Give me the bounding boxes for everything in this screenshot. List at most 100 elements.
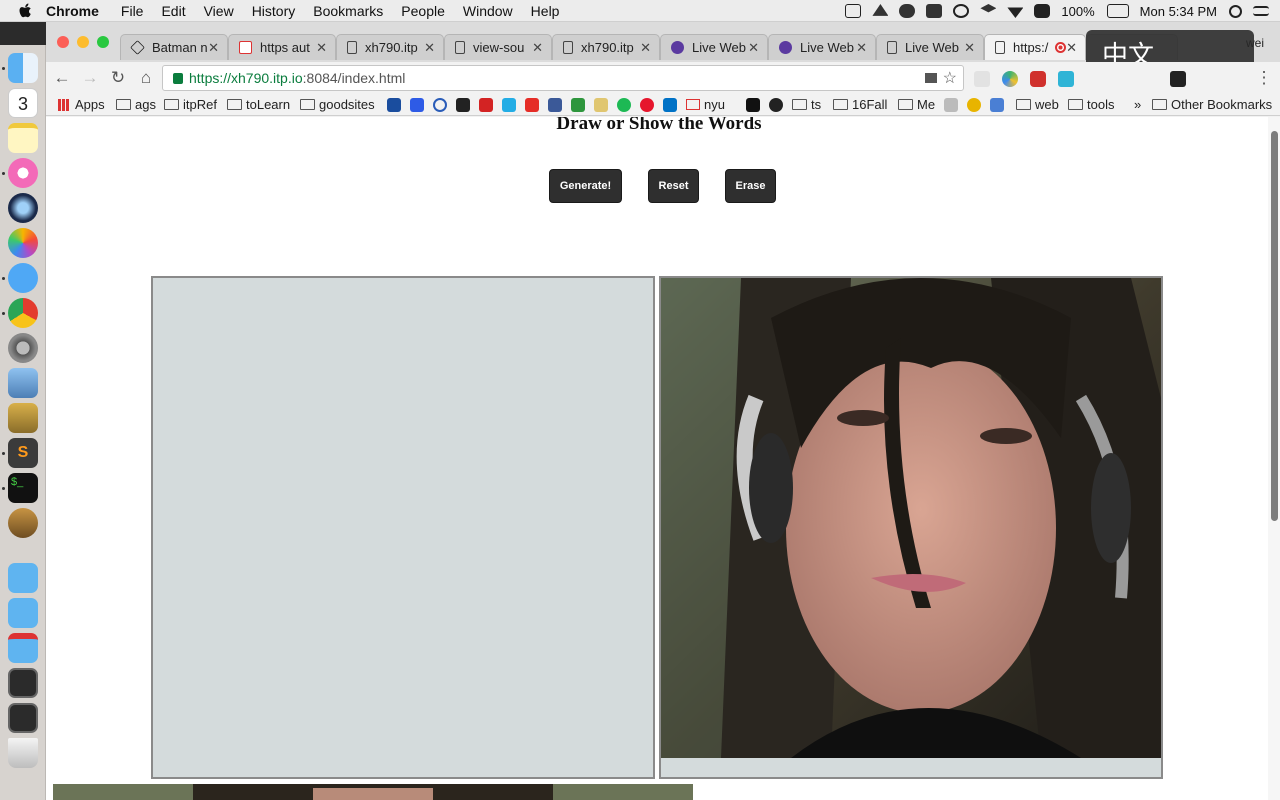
android-file-icon[interactable] <box>8 508 38 538</box>
close-tab-icon[interactable]: ✕ <box>532 40 543 56</box>
tab[interactable]: https aut ✕ <box>228 34 336 60</box>
close-tab-icon[interactable]: ✕ <box>316 40 327 56</box>
drive-icon[interactable] <box>872 4 889 16</box>
itunes-icon[interactable] <box>8 158 38 188</box>
baidu-icon[interactable] <box>410 98 424 112</box>
close-tab-icon[interactable]: ✕ <box>964 40 975 56</box>
bookmarks-overflow-button[interactable]: » <box>1134 97 1141 112</box>
bookmark-apps[interactable]: Apps <box>58 97 105 112</box>
bookmark-folder-goodsites[interactable]: goodsites <box>300 97 375 112</box>
battery-icon[interactable] <box>1106 4 1129 18</box>
camera-icon[interactable] <box>925 73 937 83</box>
bookmark-folder-tolearn[interactable]: toLearn <box>227 97 290 112</box>
trash-icon[interactable] <box>8 738 38 768</box>
chrome-menu-icon[interactable]: ⋮ <box>1254 68 1274 88</box>
erase-button[interactable]: Erase <box>725 169 776 203</box>
close-tab-icon[interactable]: ✕ <box>1066 40 1077 56</box>
document-icon[interactable] <box>8 703 38 733</box>
menu-file[interactable]: File <box>121 3 144 19</box>
apple-menu-icon[interactable] <box>18 3 34 19</box>
preview-icon[interactable] <box>8 368 38 398</box>
menu-edit[interactable]: Edit <box>161 3 185 19</box>
citi-icon[interactable] <box>387 98 401 112</box>
reload-button[interactable]: ↻ <box>108 68 128 88</box>
menu-help[interactable]: Help <box>531 3 560 19</box>
bookmark-site-icon[interactable] <box>990 98 1004 112</box>
tab-active[interactable]: https:/ ✕ <box>984 34 1086 60</box>
menubar-clock[interactable]: Mon 5:34 PM <box>1140 4 1217 19</box>
bookmark-site-icon[interactable] <box>967 98 981 112</box>
reset-button[interactable]: Reset <box>648 169 699 203</box>
bookmark-folder-itpref[interactable]: itpRef <box>164 97 217 112</box>
folder-icon[interactable] <box>8 633 38 663</box>
tab[interactable]: xh790.itp ✕ <box>336 34 444 60</box>
extension-icon[interactable] <box>1002 71 1018 87</box>
close-tab-icon[interactable]: ✕ <box>856 40 867 56</box>
page-scrollbar[interactable] <box>1268 117 1280 800</box>
bilibili-icon[interactable] <box>502 98 516 112</box>
transmit-icon[interactable] <box>8 403 38 433</box>
cloud-icon[interactable] <box>899 4 916 18</box>
notification-center-icon[interactable] <box>1253 6 1269 16</box>
extension-icon[interactable] <box>1058 71 1074 87</box>
facebook-icon[interactable] <box>548 98 562 112</box>
youtube-icon[interactable] <box>525 98 539 112</box>
github-icon[interactable] <box>769 98 783 112</box>
sublime-text-icon[interactable]: S <box>8 438 38 468</box>
amazon-icon[interactable] <box>456 98 470 112</box>
menu-view[interactable]: View <box>204 3 234 19</box>
tab[interactable]: xh790.itp ✕ <box>552 34 660 60</box>
close-tab-icon[interactable]: ✕ <box>748 40 759 56</box>
screen-icon[interactable] <box>845 4 862 18</box>
cinema4d-icon[interactable] <box>8 193 38 223</box>
bookmark-folder-web[interactable]: web <box>1016 97 1059 112</box>
notes-icon[interactable] <box>8 123 38 153</box>
finder-icon[interactable] <box>8 53 38 83</box>
yelp-icon[interactable] <box>479 98 493 112</box>
link-icon[interactable] <box>433 98 447 112</box>
tab[interactable]: Live Web ✕ <box>876 34 984 60</box>
douban-icon[interactable] <box>571 98 585 112</box>
chrome-icon[interactable] <box>8 298 38 328</box>
weibo-icon[interactable] <box>640 98 654 112</box>
menu-history[interactable]: History <box>252 3 296 19</box>
photos-icon[interactable] <box>8 228 38 258</box>
chat-icon[interactable] <box>926 4 943 18</box>
system-preferences-icon[interactable] <box>8 333 38 363</box>
close-tab-icon[interactable]: ✕ <box>208 40 219 56</box>
extension-icon[interactable] <box>1170 71 1186 87</box>
bookmark-site-icon[interactable] <box>944 98 958 112</box>
wolfram-icon[interactable] <box>746 98 760 112</box>
bookmark-folder-me[interactable]: Me <box>898 97 935 112</box>
terminal-icon[interactable]: $_ <box>8 473 38 503</box>
tab[interactable]: Live Web ✕ <box>768 34 876 60</box>
folder-icon[interactable] <box>8 598 38 628</box>
maximize-window-button[interactable] <box>97 36 109 48</box>
spotify-icon[interactable] <box>617 98 631 112</box>
folder-icon[interactable] <box>8 563 38 593</box>
calendar-icon[interactable]: 3 <box>8 88 38 118</box>
spotlight-search-icon[interactable] <box>1229 4 1242 18</box>
bookmark-folder-ags[interactable]: ags <box>116 97 156 112</box>
bookmark-folder-ts[interactable]: ts <box>792 97 821 112</box>
back-button[interactable]: ← <box>52 68 72 88</box>
bookmark-folder-tools[interactable]: tools <box>1068 97 1114 112</box>
close-window-button[interactable] <box>57 36 69 48</box>
document-icon[interactable] <box>8 668 38 698</box>
tab[interactable]: view-sou ✕ <box>444 34 552 60</box>
menu-people[interactable]: People <box>401 3 445 19</box>
drawing-canvas[interactable] <box>151 276 655 779</box>
scrivener-icon[interactable] <box>1034 4 1051 18</box>
address-bar[interactable]: https://xh790.itp.io :8084/index.html ☆ <box>162 65 964 91</box>
bookmark-folder-16fall[interactable]: 16Fall <box>833 97 887 112</box>
menu-bookmarks[interactable]: Bookmarks <box>313 3 383 19</box>
minimize-window-button[interactable] <box>77 36 89 48</box>
bookmark-nyu[interactable]: nyu <box>686 97 725 112</box>
forward-button[interactable]: → <box>80 68 100 88</box>
bookmark-folder-other[interactable]: Other Bookmarks <box>1152 97 1272 112</box>
bookmark-star-icon[interactable]: ☆ <box>943 68 957 88</box>
close-tab-icon[interactable]: ✕ <box>640 40 651 56</box>
bookmark-site-icon[interactable] <box>594 98 608 112</box>
home-button[interactable]: ⌂ <box>136 68 156 88</box>
menu-window[interactable]: Window <box>463 3 513 19</box>
